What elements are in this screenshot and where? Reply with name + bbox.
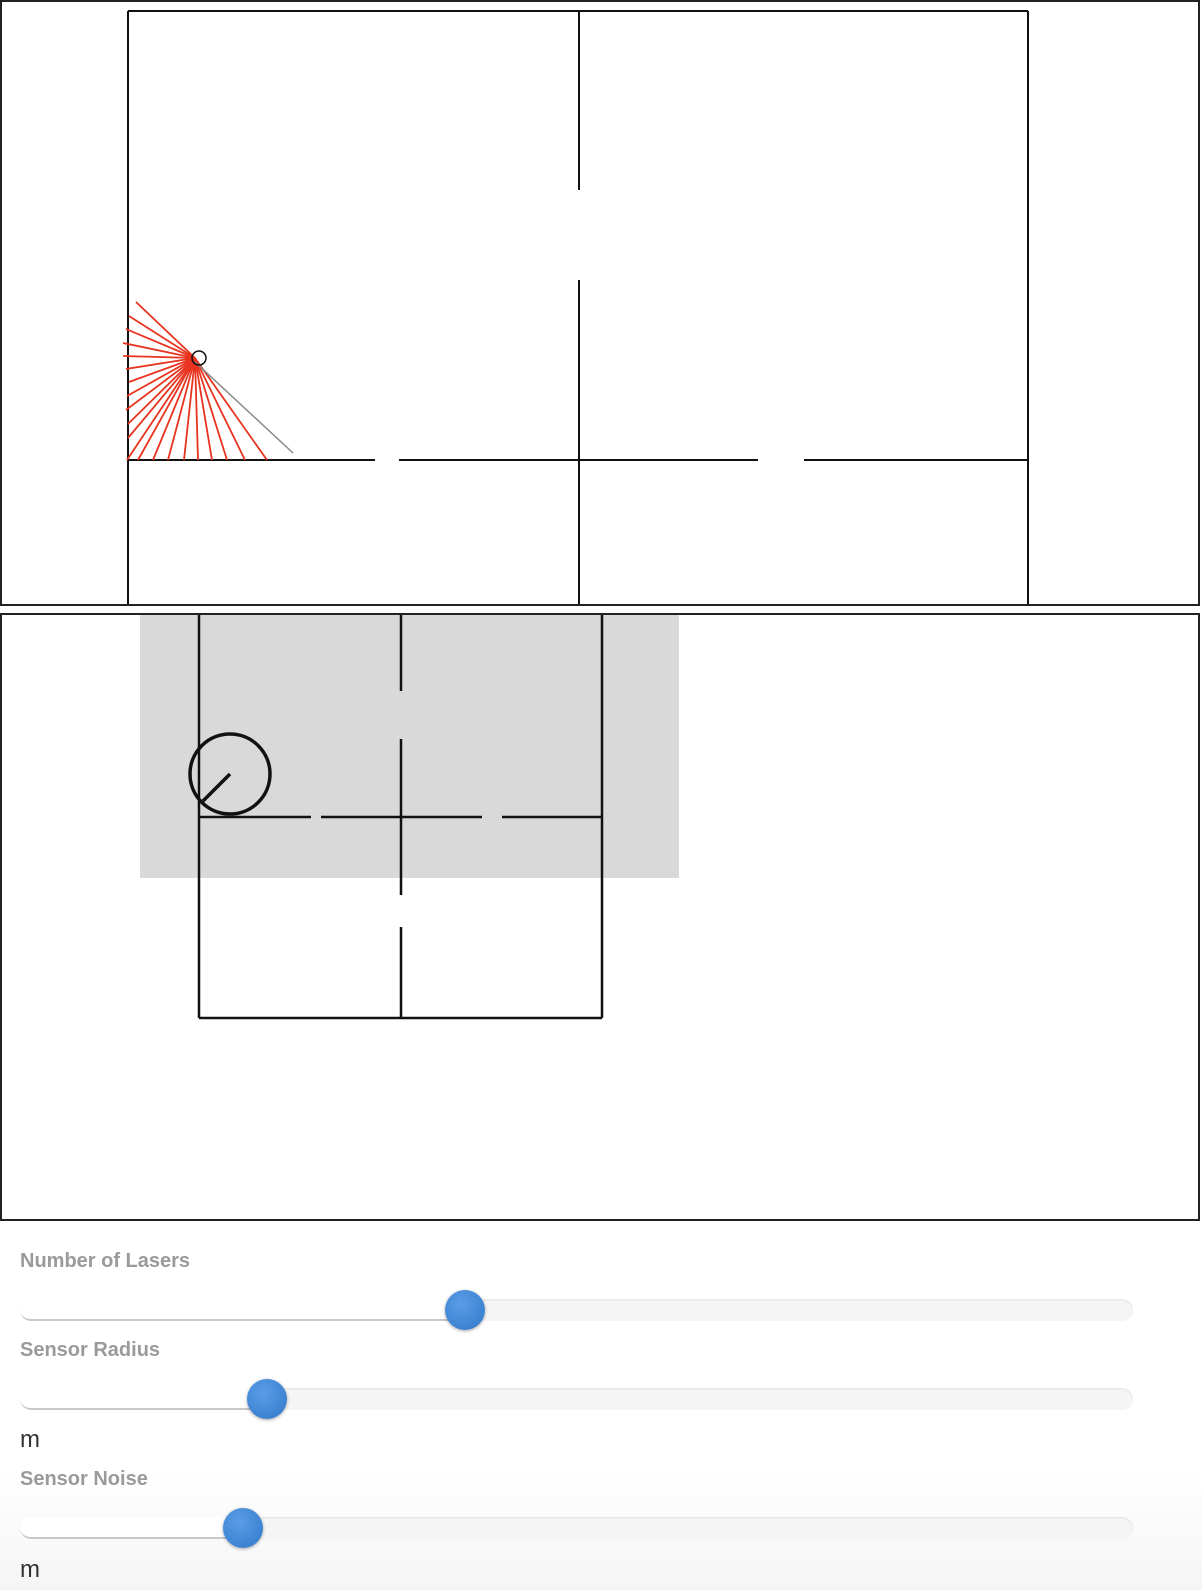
map-canvas xyxy=(0,613,1200,1221)
lasers-label: Number of Lasers xyxy=(20,1250,191,1272)
laser-ray xyxy=(194,357,228,461)
lasers-slider-fill xyxy=(20,1299,466,1321)
laser-ray xyxy=(194,357,246,461)
walls xyxy=(127,10,1029,604)
noise-slider-handle[interactable] xyxy=(222,1508,263,1548)
laser-ray xyxy=(194,357,268,461)
laser-ray xyxy=(125,328,196,359)
noise-slider[interactable] xyxy=(20,1508,1133,1548)
lasers-slider-handle[interactable] xyxy=(445,1290,486,1330)
lasers-slider[interactable] xyxy=(20,1290,1133,1330)
laser-rays xyxy=(122,301,268,461)
controls-panel: Number of Lasers Sensor Radius m Sensor … xyxy=(0,1230,1202,1590)
map-svg xyxy=(140,615,679,1020)
radius-slider-fill xyxy=(20,1388,268,1410)
simulation-svg xyxy=(122,10,1029,604)
radius-label: Sensor Radius xyxy=(20,1339,161,1361)
noise-slider-fill xyxy=(20,1517,243,1539)
radius-slider[interactable] xyxy=(20,1379,1133,1419)
radius-slider-handle[interactable] xyxy=(247,1379,288,1419)
laser-ray xyxy=(135,301,196,359)
simulation-canvas[interactable] xyxy=(0,0,1200,606)
explored-region xyxy=(140,615,679,878)
noise-label: Sensor Noise xyxy=(20,1468,148,1490)
noise-unit: m xyxy=(20,1556,40,1583)
radius-unit: m xyxy=(20,1426,40,1453)
